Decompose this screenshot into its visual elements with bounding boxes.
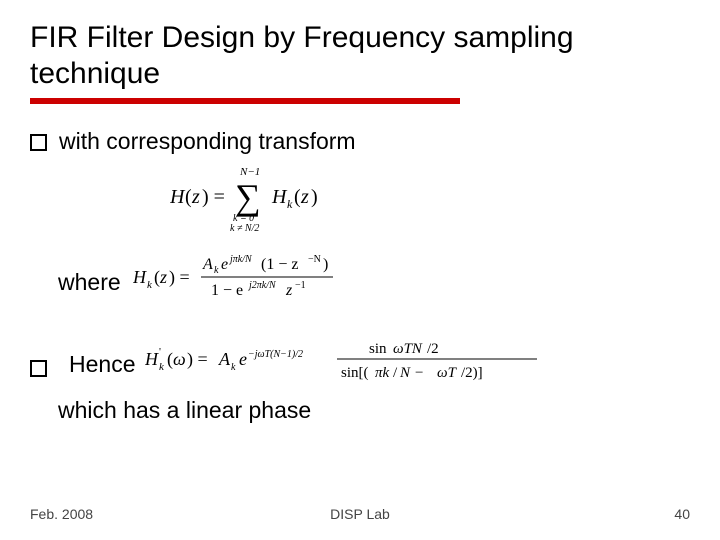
footer-date: Feb. 2008 (30, 506, 93, 522)
slide-footer: Feb. 2008 DISP Lab 40 (0, 506, 720, 522)
footer-org: DISP Lab (330, 506, 390, 522)
where-label: where (58, 267, 121, 298)
slide-body: with corresponding transform H ( z ) = N… (30, 126, 690, 426)
svg-text:z: z (191, 186, 200, 208)
equation-2: H k ( z ) = A k e jπk/N (1 − z −N ) 1 − … (133, 251, 393, 313)
svg-text:e: e (239, 349, 247, 369)
svg-text:': ' (159, 346, 161, 358)
svg-text:−N: −N (308, 254, 321, 265)
svg-text:) =: ) = (169, 267, 190, 288)
svg-text:): ) (311, 186, 318, 208)
svg-text:A: A (202, 256, 213, 273)
svg-text:∑: ∑ (235, 177, 261, 217)
bullet-box-icon (30, 360, 47, 377)
footer-page: 40 (674, 506, 690, 522)
svg-text:ωT: ωT (437, 365, 458, 381)
svg-text:A: A (218, 349, 231, 369)
svg-text:−jωT(N−1)/2: −jωT(N−1)/2 (248, 349, 303, 360)
svg-text:sin: sin (369, 341, 387, 357)
equation-1: H ( z ) = N−1 ∑ k = 0 k ≠ N/2 H k ( z ) (170, 163, 690, 241)
svg-text:k: k (287, 197, 293, 211)
formula-svg: H ' k ( ω ) = A k e −jωT(N−1)/2 sin ωTN … (145, 335, 575, 385)
svg-text:ω: ω (173, 349, 186, 369)
svg-text:/2)]: /2)] (461, 365, 483, 381)
svg-text:k ≠ N/2: k ≠ N/2 (230, 223, 259, 233)
svg-text:) =: ) = (187, 349, 208, 370)
svg-text:−1: −1 (295, 280, 306, 291)
svg-text:jπk/N: jπk/N (228, 254, 253, 265)
svg-text:): ) (323, 256, 328, 273)
bullet-box-icon (30, 134, 47, 151)
svg-text:/2: /2 (427, 341, 439, 357)
title-divider (30, 98, 460, 104)
svg-text:sin[(: sin[( (341, 365, 369, 381)
svg-text:) =: ) = (202, 186, 225, 208)
slide-title: FIR Filter Design by Frequency sampling … (30, 20, 690, 92)
bullet-item: with corresponding transform (30, 126, 690, 157)
formula-svg: H ( z ) = N−1 ∑ k = 0 k ≠ N/2 H k ( z ) (170, 163, 370, 233)
svg-text:H: H (133, 267, 147, 287)
svg-text:πk: πk (375, 365, 390, 381)
svg-text:(: ( (185, 186, 192, 208)
svg-text:ωTN: ωTN (393, 341, 423, 357)
svg-text:z: z (285, 282, 293, 299)
svg-text:k: k (214, 265, 219, 276)
svg-text:H: H (170, 186, 186, 208)
bullet-item: Hence H ' k ( ω ) = A k e −jωT(N−1)/2 si… (30, 335, 690, 393)
svg-text:/: / (393, 365, 398, 381)
svg-text:H: H (145, 349, 159, 369)
svg-text:k: k (231, 362, 236, 373)
svg-text:z: z (159, 267, 167, 287)
formula-svg: H k ( z ) = A k e jπk/N (1 − z −N ) 1 − … (133, 251, 393, 305)
svg-text:k: k (147, 279, 153, 291)
svg-text:k: k (159, 361, 165, 373)
svg-text:−: − (415, 365, 423, 381)
svg-text:e: e (221, 256, 228, 273)
svg-text:z: z (300, 186, 309, 208)
svg-text:(1 − z: (1 − z (261, 256, 298, 273)
svg-text:H: H (271, 186, 288, 208)
bullet-text: with corresponding transform (59, 126, 356, 157)
equation-3: H ' k ( ω ) = A k e −jωT(N−1)/2 sin ωTN … (145, 335, 575, 393)
where-line: where H k ( z ) = A k e jπk/N (1 − z −N … (58, 251, 690, 313)
svg-text:(: ( (294, 186, 301, 208)
svg-text:j2πk/N: j2πk/N (247, 280, 277, 291)
bullet-text: Hence (69, 349, 135, 380)
svg-text:1 − e: 1 − e (211, 282, 243, 299)
svg-text:N: N (399, 365, 411, 381)
conclusion-text: which has a linear phase (58, 395, 690, 426)
